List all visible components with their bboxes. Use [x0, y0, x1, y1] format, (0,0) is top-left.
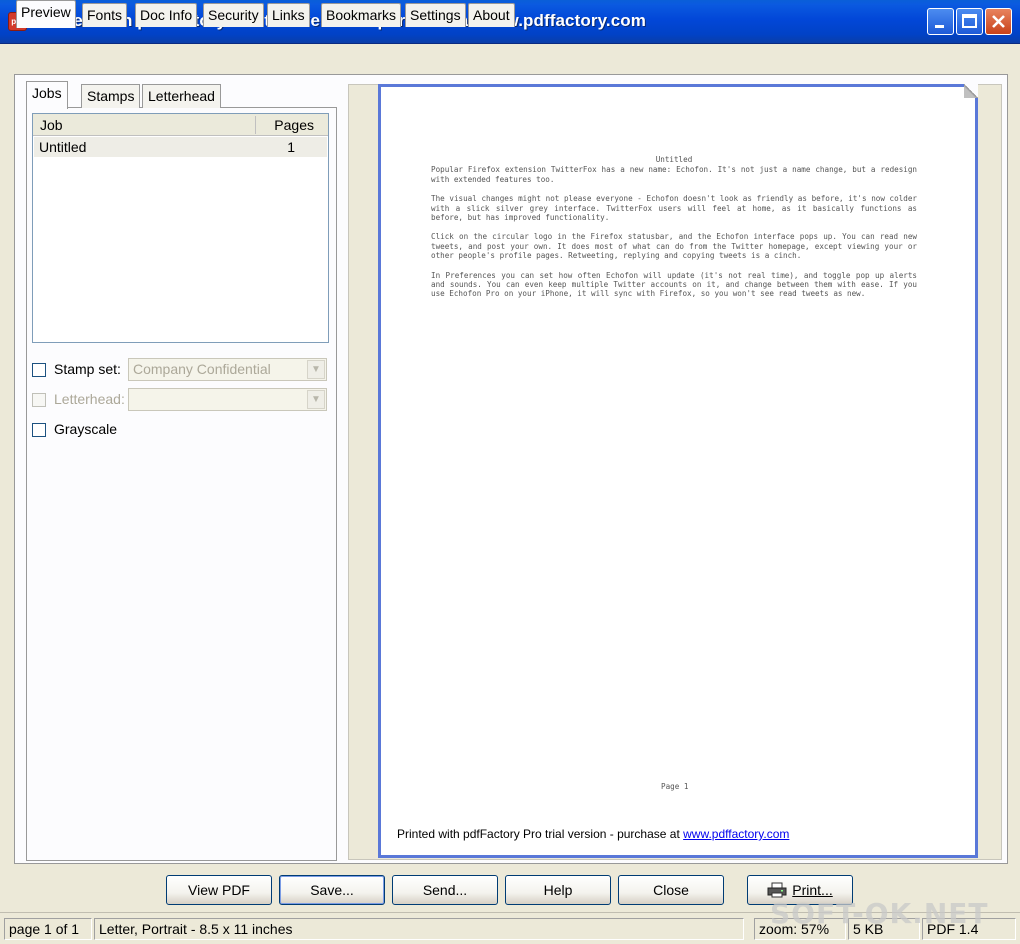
- document-title: Untitled: [655, 155, 693, 164]
- letterhead-checkbox[interactable]: [32, 393, 46, 407]
- maximize-button[interactable]: [956, 8, 983, 35]
- tab-fonts[interactable]: Fonts: [82, 3, 128, 27]
- tab-settings[interactable]: Settings: [405, 3, 466, 27]
- document-page[interactable]: Untitled Popular Firefox extension Twitt…: [378, 84, 978, 858]
- stamp-set-select[interactable]: Company Confidential ▼: [128, 358, 327, 381]
- print-button-label: Print...: [792, 882, 833, 898]
- page-footer: Printed with pdfFactory Pro trial versio…: [397, 827, 789, 841]
- tab-jobs[interactable]: Jobs: [26, 81, 68, 109]
- save-button[interactable]: Save...: [279, 875, 385, 905]
- printer-icon: [767, 882, 787, 898]
- tab-links[interactable]: Links: [267, 3, 310, 27]
- stamp-set-value: Company Confidential: [133, 361, 271, 377]
- document-body: Untitled Popular Firefox extension Twitt…: [431, 155, 917, 309]
- close-icon: [992, 15, 1005, 28]
- help-button[interactable]: Help: [505, 875, 611, 905]
- footer-link[interactable]: www.pdffactory.com: [683, 827, 789, 841]
- chevron-down-icon[interactable]: ▼: [307, 390, 325, 409]
- grayscale-label: Grayscale: [54, 421, 118, 437]
- close-window-button[interactable]: [985, 8, 1012, 35]
- job-row[interactable]: Untitled 1: [34, 137, 327, 157]
- send-button[interactable]: Send...: [392, 875, 498, 905]
- status-page: page 1 of 1: [4, 918, 92, 940]
- tab-doc-info[interactable]: Doc Info: [135, 3, 198, 27]
- tab-preview[interactable]: Preview: [16, 0, 76, 28]
- letterhead-label: Letterhead:: [54, 391, 125, 407]
- document-paragraph: The visual changes might not please ever…: [431, 194, 917, 223]
- document-paragraph: In Preferences you can set how often Ech…: [431, 270, 917, 299]
- tab-about[interactable]: About: [468, 3, 515, 27]
- tab-letterhead[interactable]: Letterhead: [142, 84, 221, 108]
- maximize-icon: [962, 14, 977, 28]
- column-header-pages[interactable]: Pages: [274, 117, 314, 133]
- document-paragraph: Click on the circular logo in the Firefo…: [431, 232, 917, 261]
- chevron-down-icon[interactable]: ▼: [307, 360, 325, 379]
- jobs-list[interactable]: Job Pages Untitled 1: [32, 113, 329, 343]
- tab-bookmarks[interactable]: Bookmarks: [321, 3, 402, 27]
- tab-stamps[interactable]: Stamps: [81, 84, 141, 108]
- jobs-list-header: Job Pages: [33, 114, 328, 136]
- close-button[interactable]: Close: [618, 875, 724, 905]
- status-paper-size: Letter, Portrait - 8.5 x 11 inches: [94, 918, 744, 940]
- page-fold-corner: [964, 84, 978, 98]
- minimize-icon: [935, 25, 944, 28]
- document-paragraph: Popular Firefox extension TwitterFox has…: [431, 165, 917, 184]
- grayscale-checkbox[interactable]: [32, 423, 46, 437]
- watermark: SOFT-OK.NET: [770, 897, 989, 930]
- job-name: Untitled: [39, 139, 87, 155]
- minimize-button[interactable]: [927, 8, 954, 35]
- stamp-set-checkbox[interactable]: [32, 363, 46, 377]
- view-pdf-button[interactable]: View PDF: [166, 875, 272, 905]
- column-header-job[interactable]: Job: [40, 117, 63, 133]
- page-number: Page 1: [661, 782, 689, 791]
- job-pages: 1: [287, 139, 295, 155]
- footer-text: Printed with pdfFactory Pro trial versio…: [397, 827, 684, 841]
- tab-security[interactable]: Security: [203, 3, 264, 27]
- letterhead-select[interactable]: ▼: [128, 388, 327, 411]
- column-separator[interactable]: [255, 116, 256, 134]
- stamp-set-label: Stamp set:: [54, 361, 121, 377]
